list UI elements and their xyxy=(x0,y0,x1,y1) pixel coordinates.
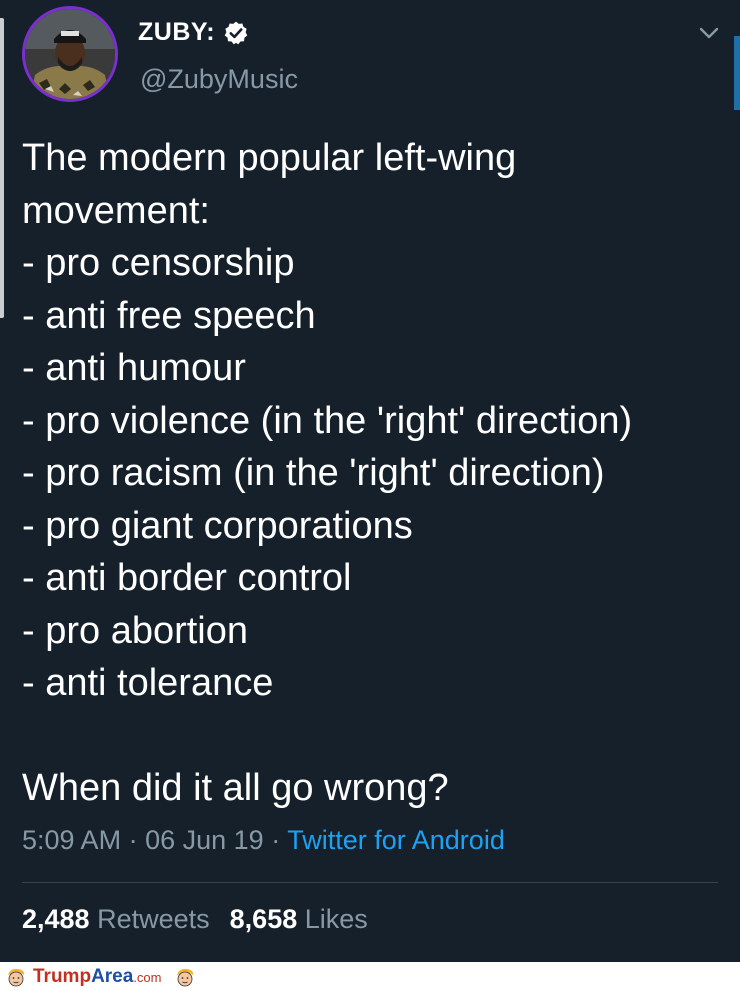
avatar-image xyxy=(25,9,115,99)
retweets-count: 2,488 xyxy=(22,904,90,934)
tweet-closing-line: When did it all go wrong? xyxy=(22,766,449,809)
chevron-down-icon[interactable] xyxy=(696,20,722,46)
likes-label: Likes xyxy=(304,904,368,934)
tweet-line: - anti border control xyxy=(22,557,352,599)
tweet-line: - pro censorship xyxy=(22,242,295,284)
tweet-time[interactable]: 5:09 AM xyxy=(22,825,121,855)
tweet-meta: 5:09 AM · 06 Jun 19 · Twitter for Androi… xyxy=(22,825,505,856)
tweet-text: The modern popular left-wing movement: -… xyxy=(22,132,722,814)
scrollbar[interactable] xyxy=(734,36,740,110)
watermark-part2: Area xyxy=(91,965,134,987)
watermark-bar: TrumpArea.com xyxy=(0,962,740,991)
likes-count: 8,658 xyxy=(229,904,298,934)
trump-face-icon xyxy=(177,968,194,986)
divider xyxy=(22,882,718,883)
tweet-line: - anti humour xyxy=(22,347,246,389)
tweet-line: - pro racism (in the 'right' direction) xyxy=(22,452,605,494)
retweets-label: Retweets xyxy=(97,904,210,934)
trump-face-icon xyxy=(8,968,25,986)
display-name[interactable]: ZUBY: xyxy=(138,18,215,47)
watermark-part3: .com xyxy=(133,969,162,985)
tweet-source-link[interactable]: Twitter for Android xyxy=(287,825,505,855)
meta-separator: · xyxy=(271,825,281,855)
tweet-line: - pro abortion xyxy=(22,609,249,652)
tweet-line: movement: xyxy=(22,189,210,232)
tweet-date[interactable]: 06 Jun 19 xyxy=(145,825,264,855)
tweet-line: - pro violence (in the 'right' direction… xyxy=(22,399,633,442)
tweet-line: - anti free speech xyxy=(22,294,316,337)
tweet-line: - anti tolerance xyxy=(22,662,274,704)
retweets-stat[interactable]: 2,488 Retweets xyxy=(22,904,210,934)
tweet-line: The modern popular left-wing xyxy=(22,137,517,179)
author-name-row[interactable]: ZUBY: xyxy=(138,18,249,47)
user-handle[interactable]: @ZubyMusic xyxy=(140,64,298,95)
verified-badge-icon xyxy=(224,21,248,44)
watermark-part1: Trump xyxy=(33,965,92,987)
avatar[interactable] xyxy=(22,6,118,102)
tweet-line: - pro giant corporations xyxy=(22,504,413,547)
likes-stat[interactable]: 8,658 Likes xyxy=(230,904,368,934)
tweet-stats: 2,488 Retweets 8,658 Likes xyxy=(22,904,368,935)
meta-separator: · xyxy=(128,825,138,855)
watermark-logo: TrumpArea.com xyxy=(33,966,161,988)
left-scroll-indicator xyxy=(0,18,4,318)
